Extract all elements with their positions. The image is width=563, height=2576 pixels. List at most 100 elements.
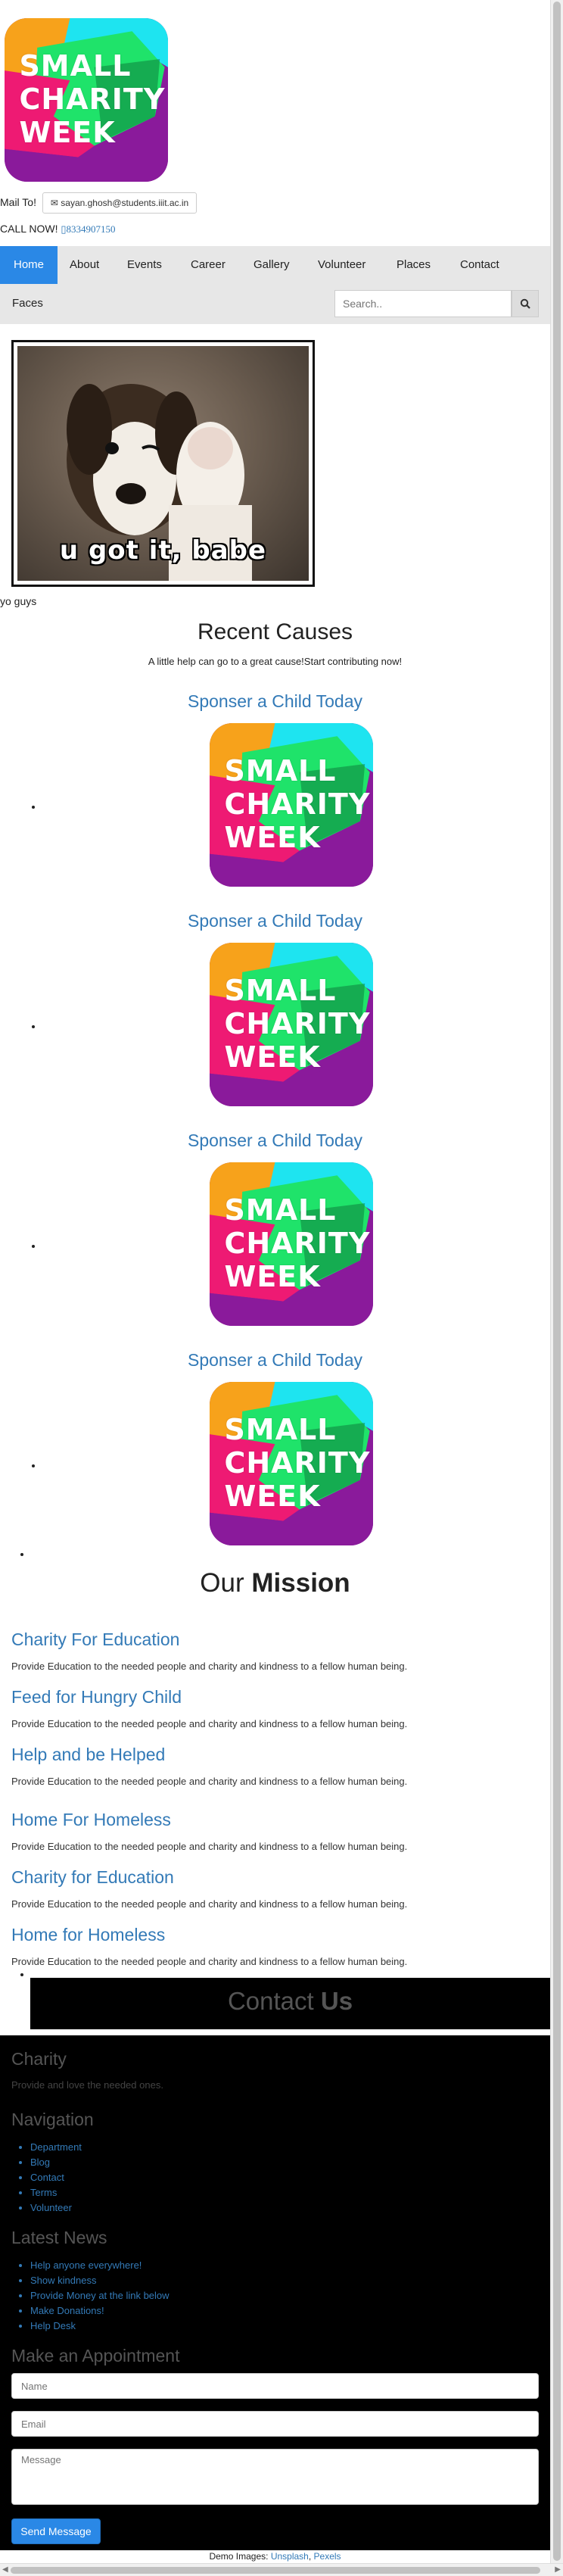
- logo-word-2: CHARITY: [224, 1227, 371, 1260]
- send-message-button[interactable]: Send Message: [11, 2518, 101, 2544]
- search-button[interactable]: [512, 290, 539, 317]
- logo-word-2: CHARITY: [19, 83, 166, 116]
- mail-button[interactable]: ✉ sayan.ghosh@students.iiit.ac.in: [42, 192, 198, 214]
- mission-item-title-4[interactable]: Home For Homeless: [11, 1810, 171, 1830]
- footer-news-title: Latest News: [11, 2228, 107, 2247]
- site-logo[interactable]: SMALL CHARITY WEEK: [5, 18, 168, 182]
- nav-places[interactable]: Places: [387, 246, 440, 284]
- credit-link-pexels[interactable]: Pexels: [314, 2551, 341, 2562]
- mission-item-title-3[interactable]: Help and be Helped: [11, 1745, 165, 1765]
- contact-title: Contact Us: [30, 1987, 550, 2016]
- call-label: CALL NOW!: [0, 223, 58, 235]
- nav-career[interactable]: Career: [182, 246, 235, 284]
- mission-item-title-6[interactable]: Home for Homeless: [11, 1925, 165, 1945]
- logo-word-2: CHARITY: [224, 787, 371, 821]
- cause-title-1[interactable]: Sponser a Child Today: [0, 691, 550, 712]
- credits-label: Demo Images:: [209, 2551, 269, 2562]
- list-bullet: [32, 1245, 35, 1248]
- nav-home[interactable]: Home: [0, 246, 58, 284]
- credits-separator: ,: [308, 2551, 312, 2562]
- cause-logo-4: SMALL CHARITY WEEK: [210, 1382, 373, 1545]
- nav-about[interactable]: About: [61, 246, 108, 284]
- mission-item-text-1: Provide Education to the needed people a…: [11, 1661, 408, 1672]
- envelope-icon: ✉: [50, 198, 58, 208]
- news-link-5[interactable]: Help Desk: [30, 2319, 170, 2334]
- cause-logo-1: SMALL CHARITY WEEK: [210, 723, 373, 887]
- logo-word-1: SMALL: [224, 1193, 337, 1227]
- footer-link-volunteer[interactable]: Volunteer: [30, 2200, 82, 2216]
- message-field[interactable]: [11, 2449, 539, 2505]
- cause-title-2[interactable]: Sponser a Child Today: [0, 911, 550, 931]
- footer-link-department[interactable]: Department: [30, 2140, 82, 2155]
- cause-title-4[interactable]: Sponser a Child Today: [0, 1350, 550, 1371]
- footer-link-terms[interactable]: Terms: [30, 2185, 82, 2200]
- search-form: [334, 290, 539, 317]
- name-field[interactable]: [11, 2373, 539, 2399]
- list-bullet: [20, 1553, 23, 1556]
- logo-word-1: SMALL: [224, 974, 337, 1007]
- list-bullet: [32, 1025, 35, 1028]
- image-credits: Demo Images: Unsplash, Pexels: [0, 2551, 550, 2562]
- causes-title: Recent Causes: [197, 619, 353, 644]
- footer-news-list: Help anyone everywhere! Show kindness Pr…: [30, 2258, 170, 2334]
- scroll-left-icon[interactable]: ◀: [2, 2565, 8, 2574]
- mission-item-title-1[interactable]: Charity For Education: [11, 1629, 179, 1650]
- call-row: CALL NOW! ▯8334907150: [0, 223, 116, 235]
- navbar: Home About Events Career Gallery Volunte…: [0, 246, 550, 324]
- news-link-1[interactable]: Help anyone everywhere!: [30, 2258, 170, 2273]
- vertical-scroll-thumb[interactable]: [553, 2, 561, 2561]
- mission-item-text-2: Provide Education to the needed people a…: [11, 1718, 408, 1729]
- horizontal-scrollbar[interactable]: ◀ ▶: [0, 2563, 563, 2576]
- logo-word-3: WEEK: [224, 1040, 321, 1074]
- logo-word-3: WEEK: [224, 1480, 321, 1513]
- mission-title: Our Mission: [0, 1568, 550, 1598]
- nav-events[interactable]: Events: [118, 246, 171, 284]
- mission-item-text-3: Provide Education to the needed people a…: [11, 1776, 408, 1787]
- news-link-3[interactable]: Provide Money at the link below: [30, 2288, 170, 2303]
- hero-image: u got it, babe: [11, 340, 315, 587]
- mail-address: sayan.ghosh@students.iiit.ac.in: [61, 198, 189, 208]
- nav-volunteer[interactable]: Volunteer: [309, 246, 375, 284]
- search-input[interactable]: [334, 290, 512, 317]
- logo-word-2: CHARITY: [224, 1446, 371, 1480]
- logo-word-1: SMALL: [224, 754, 337, 787]
- news-link-2[interactable]: Show kindness: [30, 2273, 170, 2288]
- mission-item-title-2[interactable]: Feed for Hungry Child: [11, 1687, 182, 1707]
- search-icon: [520, 298, 530, 309]
- scroll-right-icon[interactable]: ▶: [555, 2565, 561, 2574]
- news-link-4[interactable]: Make Donations!: [30, 2303, 170, 2319]
- vertical-scrollbar[interactable]: [550, 0, 563, 2563]
- footer-link-contact[interactable]: Contact: [30, 2170, 82, 2185]
- nav-faces[interactable]: Faces: [3, 285, 52, 323]
- mission-item-text-5: Provide Education to the needed people a…: [11, 1898, 408, 1910]
- credit-link-unsplash[interactable]: Unsplash: [271, 2551, 309, 2562]
- nav-contact[interactable]: Contact: [451, 246, 509, 284]
- phone-link[interactable]: ▯8334907150: [61, 223, 115, 235]
- email-field[interactable]: [11, 2411, 539, 2437]
- footer-charity-text: Provide and love the needed ones.: [11, 2079, 163, 2091]
- mail-label: Mail To!: [0, 196, 36, 208]
- logo-word-3: WEEK: [19, 116, 116, 149]
- footer-nav-title: Navigation: [11, 2110, 94, 2129]
- nav-gallery[interactable]: Gallery: [244, 246, 299, 284]
- logo-word-3: WEEK: [224, 1260, 321, 1293]
- hero-image-text: u got it, babe: [59, 535, 267, 566]
- contact-band: Contact Us: [30, 1978, 550, 2029]
- cause-title-3[interactable]: Sponser a Child Today: [0, 1131, 550, 1151]
- appointment-title: Make an Appointment: [11, 2346, 180, 2365]
- footer-nav-list: Department Blog Contact Terms Volunteer: [30, 2140, 82, 2216]
- puppy-photo: u got it, babe: [17, 346, 309, 581]
- mission-item-text-4: Provide Education to the needed people a…: [11, 1841, 408, 1852]
- page: SMALL CHARITY WEEK Mail To! ✉ sayan.ghos…: [0, 0, 550, 2576]
- list-bullet: [32, 806, 35, 809]
- footer: Charity Provide and love the needed ones…: [0, 2035, 550, 2550]
- mission-item-text-6: Provide Education to the needed people a…: [11, 1956, 408, 1967]
- causes-subtitle: A little help can go to a great cause!St…: [148, 656, 403, 667]
- logo-word-2: CHARITY: [224, 1007, 371, 1040]
- mission-title-bold: Mission: [251, 1568, 350, 1598]
- horizontal-scroll-thumb[interactable]: [11, 2567, 540, 2574]
- footer-link-blog[interactable]: Blog: [30, 2155, 82, 2170]
- mission-item-title-5[interactable]: Charity for Education: [11, 1867, 174, 1888]
- phone-number: 8334907150: [66, 223, 116, 235]
- list-bullet: [32, 1464, 35, 1467]
